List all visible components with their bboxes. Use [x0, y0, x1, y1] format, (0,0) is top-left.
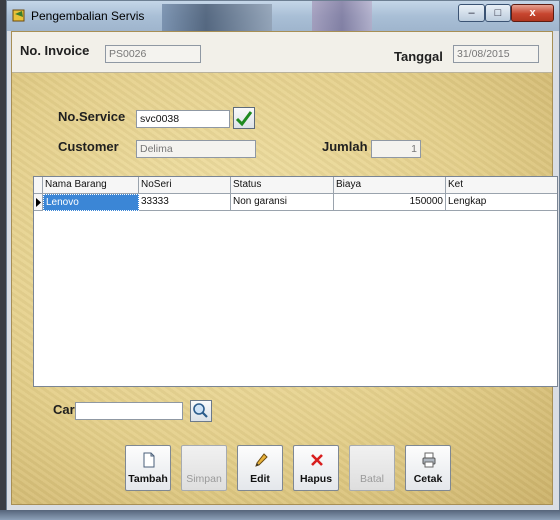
- edit-button[interactable]: Edit: [237, 445, 283, 491]
- grid-corner: [34, 177, 43, 194]
- row-indicator[interactable]: [34, 194, 43, 211]
- column-header-status[interactable]: Status: [231, 177, 334, 194]
- search-icon: [193, 403, 208, 418]
- batal-button[interactable]: Batal: [349, 445, 395, 491]
- app-window: Pengembalian Servis – □ x No. Invoice PS…: [6, 0, 560, 512]
- column-header-nama-barang[interactable]: Nama Barang: [43, 177, 139, 194]
- hapus-label: Hapus: [299, 473, 333, 485]
- window-title: Pengembalian Servis: [31, 9, 145, 23]
- search-button[interactable]: [190, 400, 212, 422]
- simpan-label: Simpan: [186, 473, 222, 485]
- maximize-button[interactable]: □: [485, 4, 511, 22]
- edit-label: Edit: [250, 473, 270, 485]
- no-service-field[interactable]: svc0038: [136, 110, 230, 128]
- column-header-ket[interactable]: Ket: [446, 177, 557, 194]
- customer-field[interactable]: Delima: [136, 140, 256, 158]
- batal-label: Batal: [360, 473, 384, 485]
- titlebar-decoration: [162, 4, 272, 31]
- table-row[interactable]: Lenovo 33333 Non garansi 150000 Lengkap: [34, 194, 557, 211]
- app-icon[interactable]: [12, 8, 26, 22]
- column-header-biaya[interactable]: Biaya: [334, 177, 446, 194]
- hapus-button[interactable]: Hapus: [293, 445, 339, 491]
- titlebar-decoration-2: [312, 1, 372, 31]
- close-button[interactable]: x: [511, 4, 554, 22]
- cetak-button[interactable]: Cetak: [405, 445, 451, 491]
- row-pointer-icon: [36, 198, 41, 207]
- taskbar-edge: [0, 510, 560, 520]
- cell-status[interactable]: Non garansi: [231, 194, 334, 211]
- tambah-button[interactable]: Tambah: [125, 445, 171, 491]
- cetak-label: Cetak: [413, 473, 443, 485]
- minimize-button[interactable]: –: [458, 4, 485, 22]
- delete-x-icon: [311, 454, 323, 466]
- printer-icon: [422, 452, 436, 468]
- date-label: Tanggal: [394, 49, 443, 64]
- no-service-label: No.Service: [58, 109, 126, 124]
- check-service-button[interactable]: [233, 107, 255, 129]
- date-field[interactable]: 31/08/2015: [453, 45, 539, 63]
- cell-ket[interactable]: Lengkap: [446, 194, 557, 211]
- jumlah-label: Jumlah: [322, 139, 368, 154]
- simpan-button[interactable]: Simpan: [181, 445, 227, 491]
- column-header-noseri[interactable]: NoSeri: [139, 177, 231, 194]
- customer-label: Customer: [58, 139, 119, 154]
- checkmark-icon: [235, 111, 253, 127]
- pencil-icon: [255, 453, 268, 467]
- new-document-icon: [143, 452, 155, 468]
- grid-header-row: Nama Barang NoSeri Status Biaya Ket: [34, 177, 557, 194]
- invoice-field[interactable]: PS0026: [105, 45, 201, 63]
- cell-nama-barang[interactable]: Lenovo: [43, 194, 139, 211]
- tambah-label: Tambah: [128, 473, 168, 485]
- search-input[interactable]: [75, 402, 183, 420]
- title-bar[interactable]: Pengembalian Servis – □ x: [7, 1, 559, 31]
- invoice-label: No. Invoice: [20, 43, 90, 58]
- cell-noseri[interactable]: 33333: [139, 194, 231, 211]
- jumlah-field[interactable]: 1: [371, 140, 421, 158]
- cell-biaya[interactable]: 150000: [334, 194, 446, 211]
- items-grid[interactable]: Nama Barang NoSeri Status Biaya Ket Leno…: [33, 176, 558, 387]
